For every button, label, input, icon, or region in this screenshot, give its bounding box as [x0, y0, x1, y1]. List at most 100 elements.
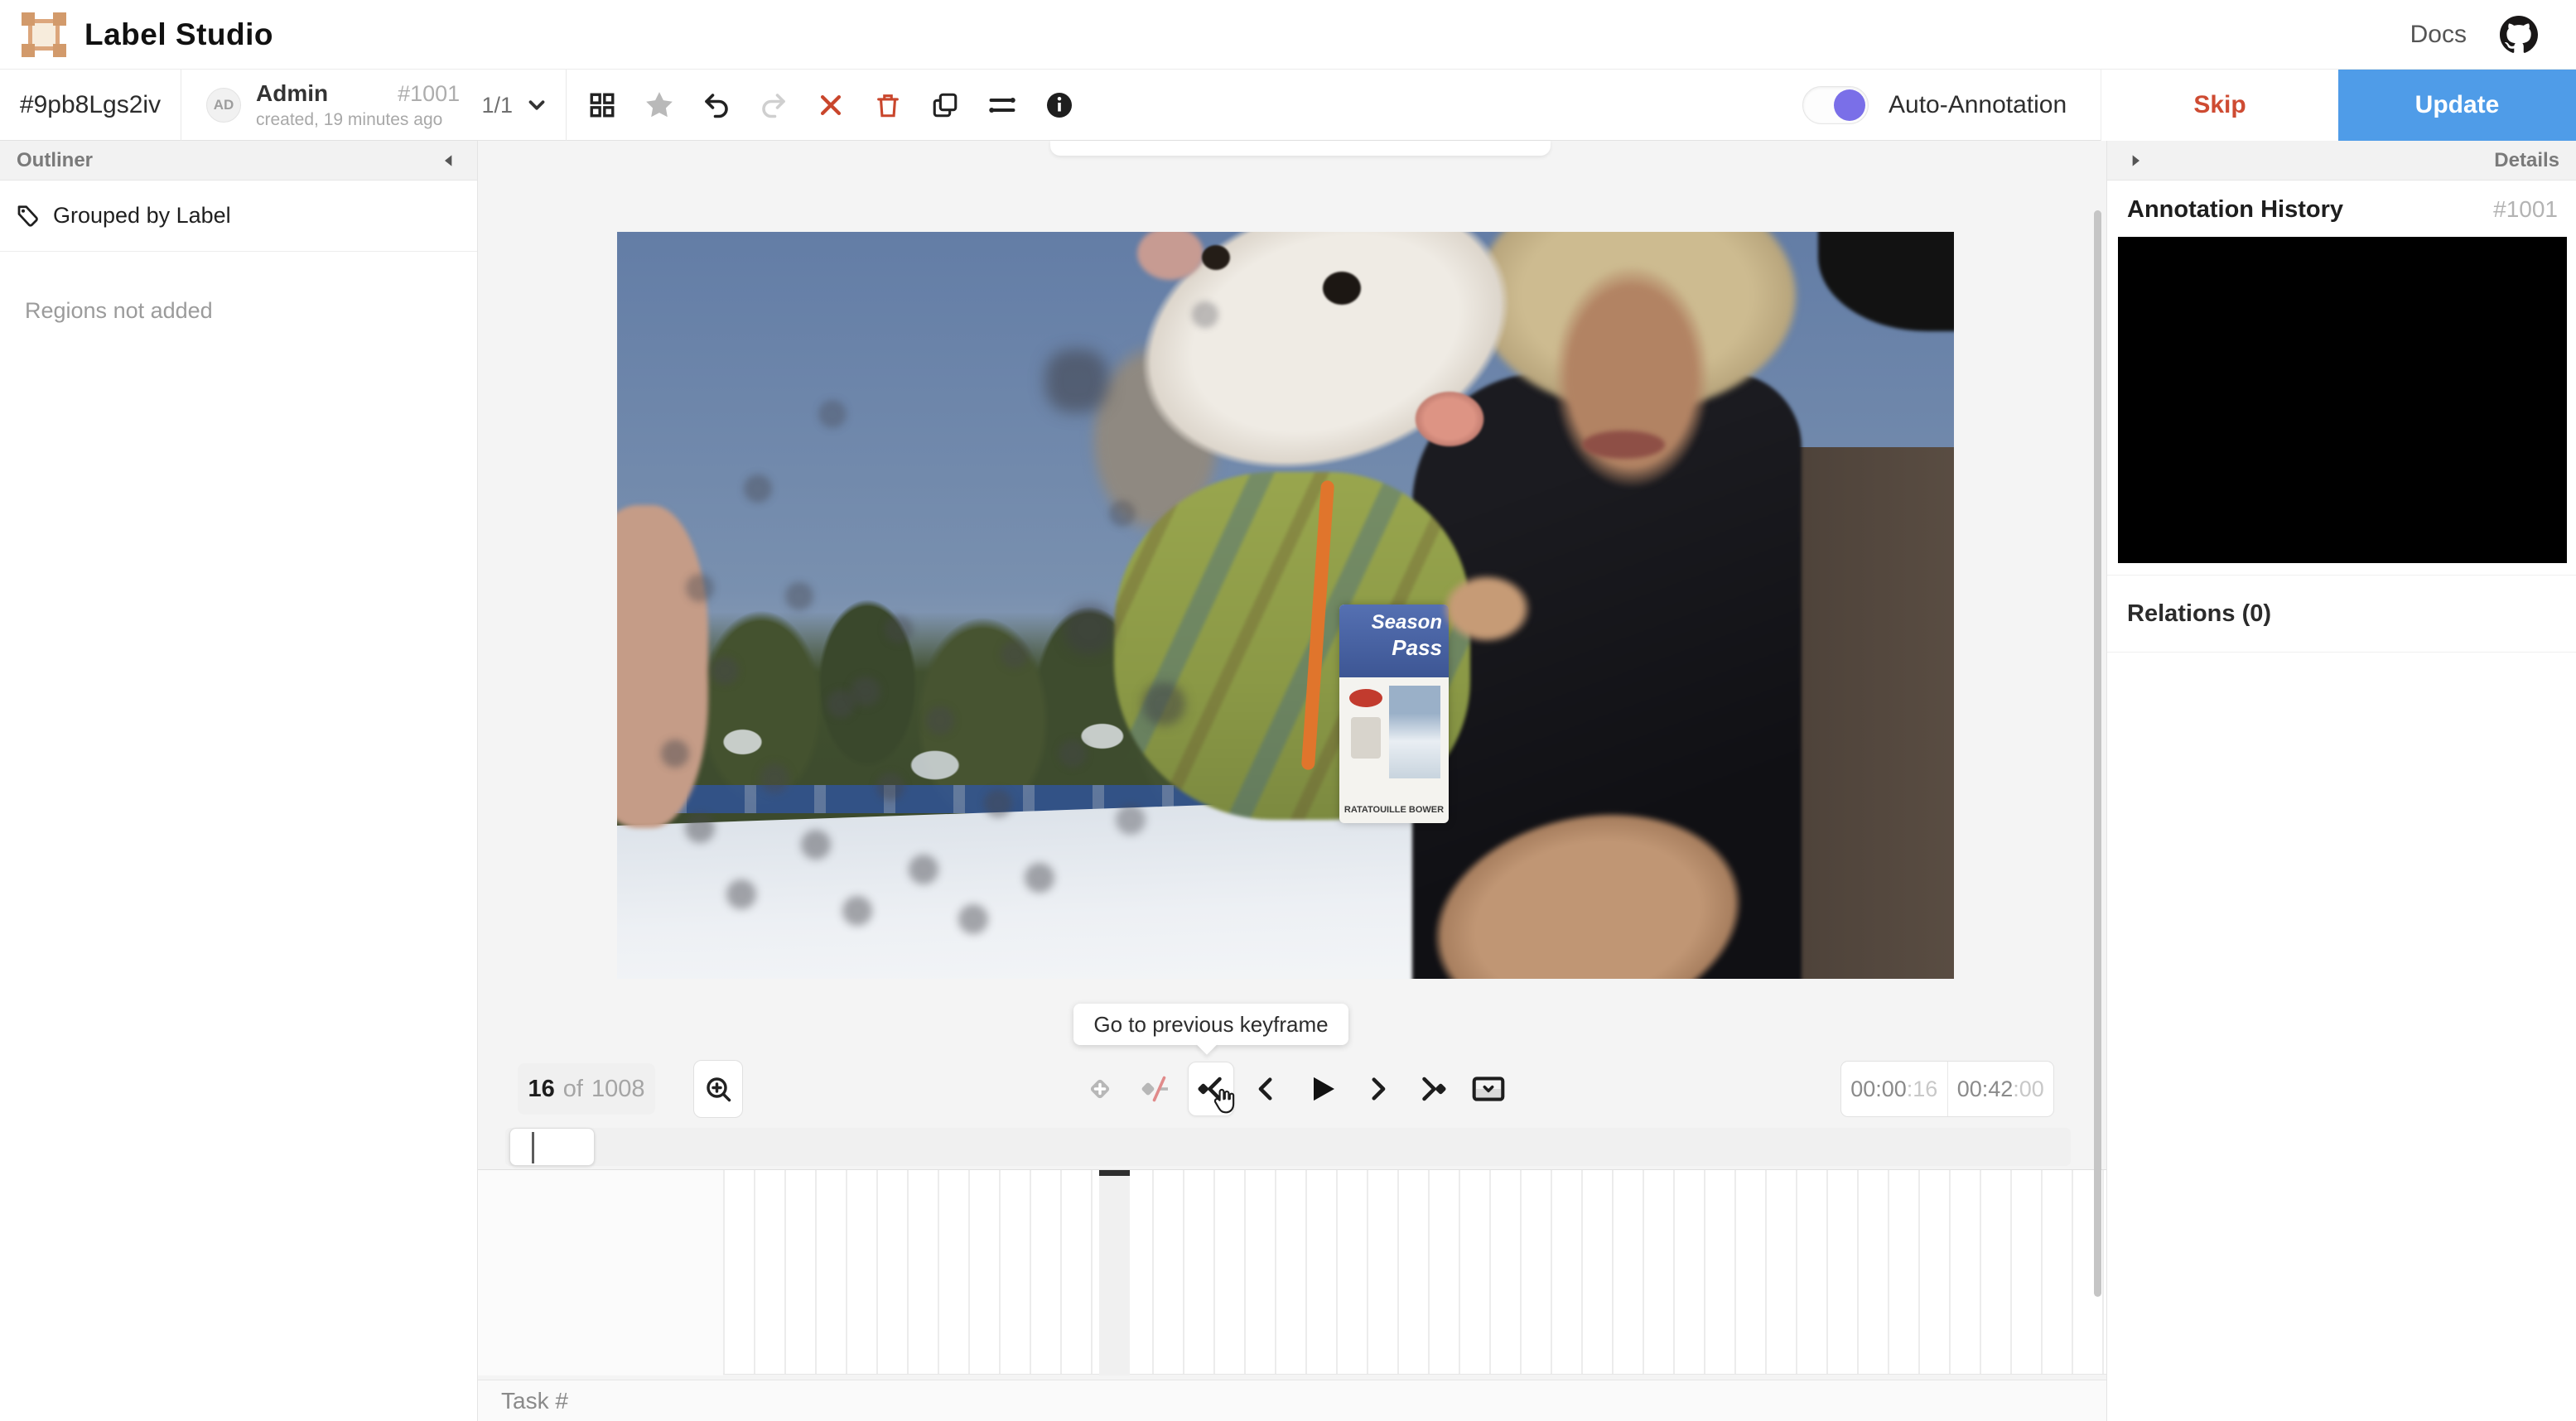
details-panel: Details Annotation History #1001 Relatio…: [2106, 141, 2576, 1421]
keyframe-slash-icon: [1141, 1076, 1168, 1102]
group-by-selector[interactable]: Grouped by Label: [0, 181, 477, 252]
lens-dirt: [617, 232, 634, 248]
task-footer: Task #: [478, 1380, 2106, 1421]
timeline-zoom-button[interactable]: [693, 1060, 743, 1118]
relations-section[interactable]: Relations (0): [2107, 575, 2576, 653]
outliner-collapse-button[interactable]: [437, 149, 461, 172]
redo-icon: [762, 94, 785, 118]
badge-text-season: Season: [1371, 611, 1442, 633]
task-toolbar: #9pb8Lgs2iv AD Admin #1001 created, 19 m…: [0, 70, 2576, 141]
keyframe-tooltip: Go to previous keyframe: [1073, 1004, 1348, 1045]
update-button[interactable]: Update: [2338, 70, 2576, 141]
frame-total: 1008: [591, 1075, 645, 1102]
undo-button[interactable]: [694, 83, 739, 128]
info-button[interactable]: [1037, 83, 1082, 128]
floating-toolbar-edge: [1050, 141, 1551, 156]
position-time: 00:00:16: [1850, 1076, 1938, 1101]
chevron-left-icon: [1258, 1077, 1272, 1101]
vertical-scrollbar[interactable]: [2094, 210, 2101, 1297]
reject-button[interactable]: [808, 83, 853, 128]
star-icon: [646, 92, 673, 118]
triangle-right-icon: [2132, 154, 2139, 166]
frames-timeline[interactable]: [478, 1169, 2106, 1375]
play-icon: [1314, 1077, 1334, 1101]
annotation-workspace: Season Pass RATATOUILLE BOWER Go to prev…: [478, 141, 2106, 1421]
annotation-pager[interactable]: 1/1: [481, 93, 549, 118]
annotation-created: created, 19 minutes ago: [256, 109, 443, 129]
group-by-label: Grouped by Label: [53, 203, 231, 228]
label-studio-app: Label Studio Docs #9pb8Lgs2iv AD Admin #…: [0, 0, 2576, 1421]
annotation-author: Admin: [256, 80, 329, 107]
redo-button[interactable]: [751, 83, 796, 128]
auto-annotation-label: Auto-Annotation: [1889, 91, 2067, 118]
docs-link[interactable]: Docs: [2410, 21, 2467, 49]
details-title: Details: [2494, 148, 2559, 171]
frame-current: 16: [528, 1075, 555, 1102]
reject-x-icon: [820, 94, 842, 116]
undo-icon: [705, 94, 728, 118]
seek-viewport[interactable]: [509, 1128, 595, 1166]
task-footer-label: Task #: [501, 1387, 568, 1414]
hand-fingers: [1429, 563, 1545, 654]
prev-keyframe-button[interactable]: [1188, 1062, 1235, 1116]
cursor-hand-icon: [1213, 1088, 1235, 1114]
current-frame-marker[interactable]: [1099, 1170, 1130, 1375]
frame-separator: of: [562, 1075, 583, 1102]
duration-time: 00:42:00: [1946, 1062, 2054, 1116]
annotation-history-id: #1001: [2493, 196, 2558, 222]
video-frame[interactable]: Season Pass RATATOUILLE BOWER: [617, 232, 1954, 979]
avatar: AD: [206, 88, 241, 123]
triangle-left-icon: [445, 154, 452, 166]
frames-panel-icon: [1472, 1077, 1505, 1101]
delete-button[interactable]: [866, 83, 910, 128]
chevron-down-icon: [528, 100, 545, 110]
label-studio-logo-icon: [22, 12, 66, 57]
github-icon[interactable]: [2500, 15, 2538, 54]
next-keyframe-button[interactable]: [1410, 1062, 1456, 1116]
relations-title: Relations (0): [2127, 600, 2272, 627]
skip-button[interactable]: Skip: [2101, 70, 2338, 141]
badge-caption: RATATOUILLE BOWER: [1343, 805, 1445, 815]
video-controls: 16 of 1008 00:00:16 00:42:00: [478, 1060, 2106, 1120]
next-keyframe-icon: [1422, 1077, 1446, 1101]
frame-counter[interactable]: 16 of 1008: [518, 1063, 655, 1115]
toggle-knob: [1834, 89, 1865, 121]
outliner-panel: Outliner Grouped by Label Regions not ad…: [0, 141, 478, 1421]
duplicate-button[interactable]: [923, 83, 967, 128]
keyframe-add-icon: [1090, 1079, 1110, 1099]
app-header: Label Studio Docs: [0, 0, 2576, 70]
seekbar[interactable]: [505, 1128, 2071, 1166]
settings-button[interactable]: [980, 83, 1025, 128]
next-frame-button[interactable]: [1354, 1062, 1401, 1116]
person-arm: [617, 505, 708, 828]
seek-playhead[interactable]: [532, 1132, 534, 1163]
regions-empty-note: Regions not added: [25, 298, 213, 323]
add-keyframe-button[interactable]: [1077, 1062, 1123, 1116]
task-id: #9pb8Lgs2iv: [0, 70, 181, 141]
time-display: 00:00:16 00:42:00: [1840, 1061, 2054, 1117]
collapse-timeline-button[interactable]: [1465, 1062, 1512, 1116]
star-button[interactable]: [637, 83, 682, 128]
pager-count: 1/1: [481, 92, 513, 118]
annotation-summary: AD Admin #1001 created, 19 minutes ago 1…: [181, 70, 567, 141]
app-title: Label Studio: [84, 17, 273, 51]
details-collapse-button[interactable]: [2124, 149, 2147, 172]
badge-text-pass: Pass: [1392, 634, 1442, 660]
play-button[interactable]: [1299, 1062, 1345, 1116]
interpolation-button[interactable]: [1132, 1062, 1179, 1116]
trash-icon: [877, 94, 899, 118]
prev-frame-button[interactable]: [1243, 1062, 1290, 1116]
outliner-title: Outliner: [17, 148, 94, 171]
opossum-eye: [1323, 272, 1361, 305]
opossum-eye-2: [1202, 245, 1230, 270]
playback-controls: [1077, 1062, 1512, 1116]
grid-view-button[interactable]: [580, 83, 625, 128]
auto-annotation-toggle[interactable]: [1802, 86, 1869, 124]
annotation-history-title: Annotation History: [2127, 195, 2343, 223]
person-lips: [1582, 431, 1665, 459]
zoom-in-icon: [707, 1077, 731, 1102]
history-video-thumbnail: [2118, 237, 2567, 563]
annotation-id: #1001: [398, 81, 461, 107]
tag-icon: [17, 205, 38, 227]
opossum-nose: [1412, 389, 1495, 455]
